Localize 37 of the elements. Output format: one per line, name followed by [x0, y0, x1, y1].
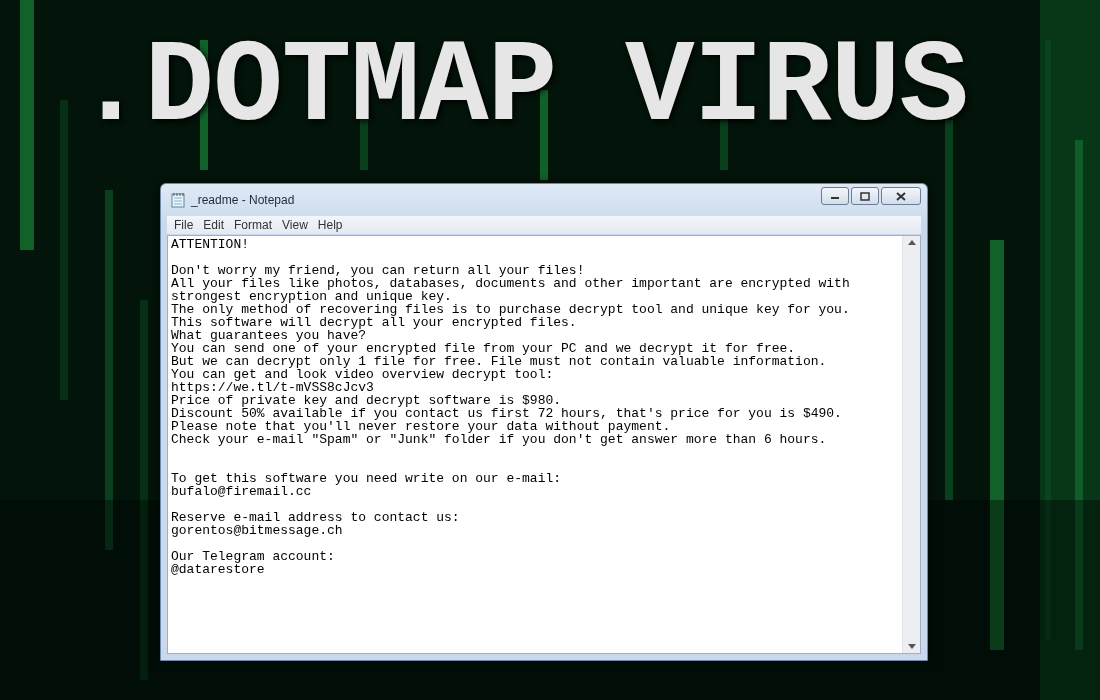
text-line: All your files like photos, databases, documents and other important are encrypted with	[171, 277, 851, 290]
text-line: Reserve e-mail address to contact us:	[171, 511, 461, 524]
text-line: Price of private key and decrypt software is $980.	[171, 394, 563, 407]
text-line: gorentos@bitmessage.ch	[171, 524, 344, 537]
headline: .DOTMAP VIRUS	[76, 21, 968, 156]
text-line: What guarantees you have?	[171, 329, 367, 342]
text-line: https://we.tl/t-mVSS8cJcv3	[171, 381, 375, 394]
text-line: Please note that you'll never restore your data without payment.	[171, 420, 671, 433]
scroll-down-icon[interactable]	[907, 644, 916, 649]
close-icon	[896, 191, 906, 201]
menu-item[interactable]: Edit	[198, 218, 230, 232]
scroll-up-icon[interactable]	[907, 240, 916, 245]
menu-item[interactable]: View	[277, 218, 313, 232]
menu-item[interactable]: File	[169, 218, 199, 232]
text-line: Discount 50% available if you contact us first 72 hours, that's price for you is $490.	[171, 407, 843, 420]
menu-item[interactable]: Help	[312, 218, 348, 232]
menu-item[interactable]: Format	[229, 218, 278, 232]
text-line: Don't worry my friend, you can return all your files!	[171, 264, 586, 277]
close-button[interactable]	[881, 187, 921, 205]
maximize-icon	[860, 191, 870, 201]
text-line: strongest encryption and unique key.	[171, 290, 453, 303]
maximize-button[interactable]	[851, 187, 879, 205]
text-line: The only method of recovering files is to purchase decrypt tool and unique key for you.	[171, 303, 851, 316]
scrollbar[interactable]	[902, 236, 920, 653]
text-line: Check your e-mail "Spam" or "Junk" folder if you don't get answer more than 6 hours.	[171, 433, 828, 446]
text-line: Our Telegram account:	[171, 550, 336, 563]
minimize-button[interactable]	[821, 187, 849, 205]
text-line: bufalo@firemail.cc	[171, 485, 313, 498]
window-title: _readme - Notepad	[191, 193, 296, 207]
text-line: @datarestore	[171, 563, 266, 576]
text-line: To get this software you need write on our e-mail:	[171, 472, 563, 485]
notepad-icon	[171, 192, 185, 208]
text-line: You can get and look video overview decrypt tool:	[171, 368, 555, 381]
text-line: ATTENTION!	[171, 238, 250, 251]
text-line: You can send one of your encrypted file from your PC and we decrypt it for free.	[171, 342, 797, 355]
text-line: This software will decrypt all your encrypted files.	[171, 316, 577, 329]
text-line: But we can decrypt only 1 file for free. File must not contain valuable information.	[171, 355, 828, 368]
